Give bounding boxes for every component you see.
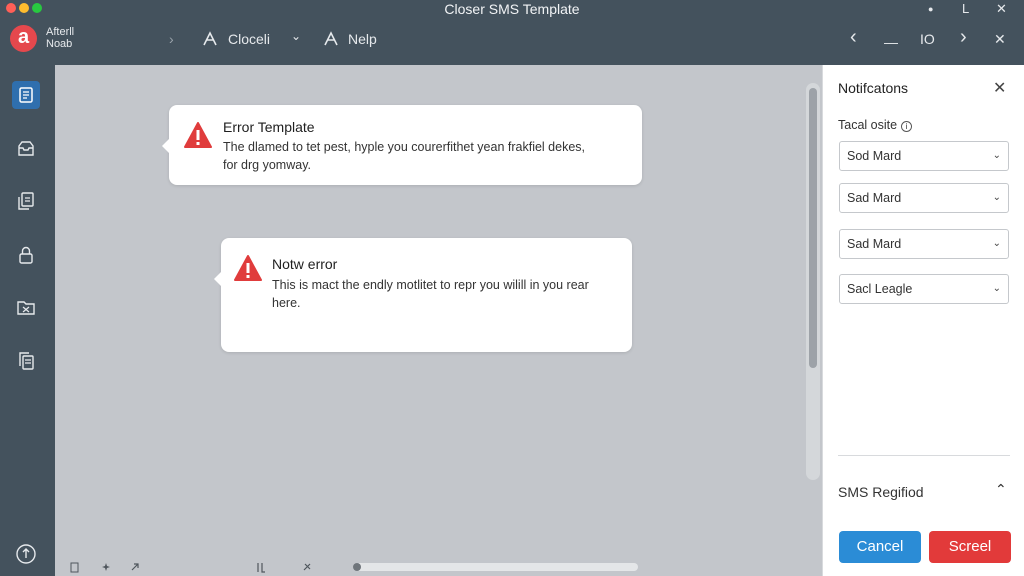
- message-body-line-1: This is mact the endly motlitet to repr …: [272, 278, 589, 292]
- select-1[interactable]: Sod Mard ⌄: [839, 141, 1009, 171]
- select-2[interactable]: Sad Mard ⌄: [839, 183, 1009, 213]
- io-toggle[interactable]: IO: [920, 31, 935, 47]
- minimize-icon[interactable]: —: [884, 34, 898, 50]
- account-icon: [16, 544, 36, 564]
- sidebar-item-account[interactable]: [12, 540, 40, 568]
- panel-title: Notifcatons: [838, 80, 909, 96]
- message-title: Notw error: [272, 256, 338, 272]
- chevron-down-icon: ⌄: [992, 283, 1001, 294]
- sidebar: [0, 65, 55, 576]
- chevron-down-icon: ⌄: [992, 150, 1001, 161]
- translate-icon-2[interactable]: [323, 31, 339, 52]
- inbox-icon: [18, 141, 34, 156]
- cancel-button[interactable]: Cancel: [839, 531, 921, 563]
- chevron-down-icon[interactable]: ⌄: [291, 29, 301, 43]
- lock-icon: [19, 246, 33, 264]
- sidebar-item-folder[interactable]: [12, 293, 40, 321]
- message-card-notw-error[interactable]: Notw error This is mact the endly motlit…: [214, 238, 632, 352]
- info-icon[interactable]: i: [901, 121, 913, 132]
- files-icon: [18, 192, 34, 210]
- sidebar-item-files[interactable]: [12, 187, 40, 215]
- forward-arrow-icon[interactable]: ›: [960, 26, 967, 49]
- toolbar-menu-nelp[interactable]: Nelp: [348, 31, 377, 47]
- horizontal-scrollbar[interactable]: [353, 563, 638, 571]
- field-label-text: Tacal osite: [838, 118, 898, 132]
- select-value: Sad Mard: [847, 191, 902, 205]
- brand-line-2: Noab: [46, 38, 73, 50]
- field-label: Tacal osite i: [838, 118, 913, 132]
- select-value: Sod Mard: [847, 149, 902, 163]
- document-icon: [19, 87, 33, 103]
- message-body-line-2: here.: [272, 296, 301, 310]
- warning-icon: [184, 122, 212, 148]
- status-layout-icon[interactable]: [256, 562, 266, 576]
- horizontal-scrollbar-thumb[interactable]: [353, 563, 361, 571]
- close-icon[interactable]: ✕: [994, 31, 1006, 48]
- sidebar-item-copies[interactable]: [12, 347, 40, 375]
- status-spark-icon[interactable]: [101, 562, 111, 575]
- sidebar-item-inbox[interactable]: [12, 135, 40, 163]
- message-body: This is mact the endly motlitet to repr …: [272, 276, 589, 312]
- status-file-icon[interactable]: [70, 562, 79, 576]
- toolbar-menu-cloceli[interactable]: Cloceli: [228, 31, 270, 47]
- sidebar-item-security[interactable]: [12, 241, 40, 269]
- warning-icon: [234, 255, 262, 281]
- title-bar: Closer SMS Template ● L ✕: [0, 0, 1024, 18]
- close-icon[interactable]: ✕: [993, 78, 1006, 98]
- chevron-up-icon[interactable]: ⌃: [995, 481, 1007, 498]
- screel-button[interactable]: Screel: [929, 531, 1011, 563]
- notifications-panel: Notifcatons ✕ Tacal osite i Sod Mard ⌄ Sa…: [822, 65, 1024, 576]
- select-4[interactable]: Sacl Leagle ⌄: [839, 274, 1009, 304]
- toolbar: a Afterll Noab › Cloceli ⌄ Nelp ‹ — IO ›…: [0, 18, 1024, 65]
- message-card-error-template[interactable]: Error Template The dlamed to tet pest, h…: [162, 105, 642, 185]
- panel-divider: [838, 455, 1010, 456]
- message-body-line-1: The dlamed to tet pest, hyple you courer…: [223, 140, 586, 154]
- vertical-scrollbar-thumb[interactable]: [809, 88, 817, 368]
- status-pin-icon[interactable]: [302, 562, 312, 575]
- translate-icon[interactable]: [202, 31, 218, 52]
- chevron-right-icon: ›: [169, 31, 174, 47]
- back-arrow-icon[interactable]: ‹: [850, 26, 857, 49]
- message-body: The dlamed to tet pest, hyple you courer…: [223, 138, 585, 174]
- chevron-down-icon: ⌄: [992, 238, 1001, 249]
- window-restore-icon[interactable]: L: [962, 1, 969, 16]
- select-value: Sad Mard: [847, 237, 902, 251]
- app-logo: a: [10, 25, 37, 52]
- sms-section-toggle[interactable]: SMS Regifiod: [838, 484, 924, 500]
- window-close-icon[interactable]: ✕: [996, 1, 1007, 17]
- brand-name: Afterll Noab: [46, 26, 74, 50]
- chevron-down-icon: ⌄: [992, 192, 1001, 203]
- message-title: Error Template: [223, 119, 315, 135]
- window-record-icon[interactable]: ●: [928, 4, 933, 14]
- folder-icon: [17, 301, 35, 315]
- brand-line-1: Afterll: [46, 26, 75, 38]
- copy-icon: [19, 352, 34, 370]
- select-value: Sacl Leagle: [847, 282, 913, 296]
- message-body-line-2: for drg yomway.: [223, 158, 311, 172]
- select-3[interactable]: Sad Mard ⌄: [839, 229, 1009, 259]
- window-title: Closer SMS Template: [444, 1, 580, 17]
- status-arrow-icon[interactable]: [130, 562, 140, 575]
- sidebar-item-documents[interactable]: [12, 81, 40, 109]
